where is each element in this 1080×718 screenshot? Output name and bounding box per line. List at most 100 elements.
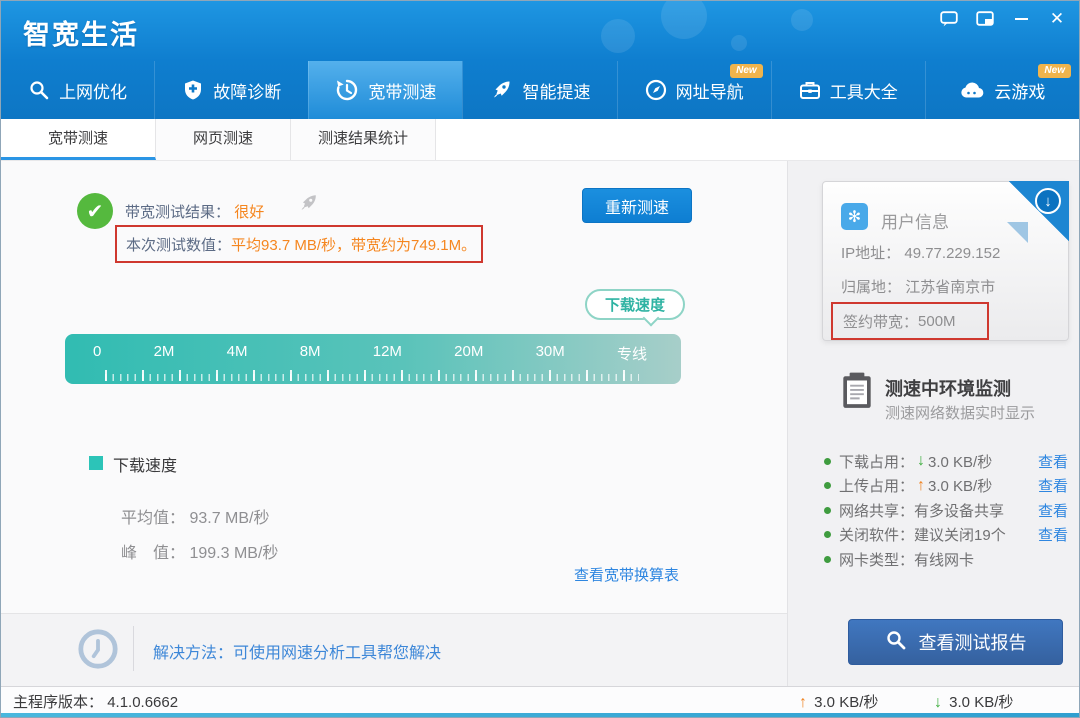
bandwidth-value: 500M: [918, 313, 956, 330]
nav-label: 智能提速: [522, 78, 590, 103]
average-speed-line: 平均值： 93.7 MB/秒: [121, 504, 270, 528]
report-magnifier-icon: [885, 629, 907, 656]
bullet-icon: [824, 458, 831, 465]
view-report-button[interactable]: 查看测试报告: [848, 619, 1063, 665]
version-line: 主程序版本： 4.1.0.6662: [13, 691, 178, 712]
bullet-icon: [824, 507, 831, 514]
monitor-row-sharing: 网络共享： 有多设备共享 查看: [824, 498, 1070, 523]
nav-label: 云游戏: [994, 78, 1045, 103]
nav-item-diagnose[interactable]: 故障诊断: [154, 61, 308, 119]
sub-tabs: 宽带测速 网页测速 测速结果统计: [1, 119, 1079, 161]
status-download-value: 3.0 KB/秒: [949, 694, 1013, 711]
bullet-icon: [824, 482, 831, 489]
monitor-label: 网络共享：: [839, 500, 914, 521]
bullet-icon: [824, 531, 831, 538]
monitor-label: 网卡类型：: [839, 549, 914, 570]
nav-item-optimize[interactable]: 上网优化: [1, 61, 154, 119]
feedback-icon[interactable]: [939, 9, 959, 29]
gauge-tick-label: 20M: [454, 343, 483, 364]
window-controls: ✕: [939, 9, 1067, 29]
monitor-subtitle: 测速网络数据实时显示: [885, 402, 1035, 423]
gauge-tick-label: 8M: [300, 343, 321, 364]
monitor-title: 测速中环境监测: [885, 375, 1011, 401]
tab-broadband-test[interactable]: 宽带测速: [1, 119, 156, 160]
nav-item-tools[interactable]: 工具大全: [771, 61, 925, 119]
bottom-accent-line: [1, 713, 1079, 718]
bandwidth-conversion-link[interactable]: 查看宽带换算表: [574, 564, 679, 585]
monitor-value: 3.0 KB/秒: [928, 475, 992, 496]
retest-button[interactable]: 重新测速: [582, 188, 692, 223]
location-value: 江苏省南京市: [905, 279, 995, 296]
solution-text: 解决方法：可使用网速分析工具帮您解决: [153, 639, 441, 663]
monitor-row-download: 下载占用： ↓ 3.0 KB/秒 查看: [824, 449, 1070, 474]
version-value: 4.1.0.6662: [107, 694, 178, 711]
average-label: 平均值：: [121, 510, 185, 527]
status-upload-value: 3.0 KB/秒: [814, 694, 878, 711]
report-button-label: 查看测试报告: [919, 629, 1027, 655]
gauge-tick-label: 12M: [373, 343, 402, 364]
close-button[interactable]: ✕: [1047, 9, 1067, 29]
monitor-row-upload: 上传占用： ↑ 3.0 KB/秒 查看: [824, 474, 1070, 499]
test-value-text: 平均93.7 MB/秒，带宽约为749.1M。: [231, 234, 476, 255]
up-arrow-icon: ↑: [799, 694, 807, 711]
view-link[interactable]: 查看: [1038, 475, 1068, 496]
nav-label: 宽带测速: [368, 78, 436, 103]
gauge-tick-label: 2M: [154, 343, 175, 364]
gauge-tick-label: 0: [93, 343, 101, 364]
view-link[interactable]: 查看: [1038, 451, 1068, 472]
monitor-value: 有多设备共享: [914, 500, 1004, 521]
collapse-arrow-icon[interactable]: ↓: [1035, 188, 1061, 214]
gauge-major-ticks: [105, 370, 639, 381]
up-arrow-icon: ↑: [917, 477, 925, 495]
monitor-value: 建议关闭19个: [914, 524, 1006, 545]
ip-address-line: IP地址： 49.77.229.152: [841, 242, 1000, 263]
clipboard-icon: [838, 371, 876, 416]
down-arrow-icon: ↓: [934, 694, 942, 711]
skin-icon[interactable]: [975, 9, 995, 29]
nav-label: 上网优化: [59, 78, 127, 103]
monitor-label: 关闭软件：: [839, 524, 914, 545]
bandwidth-label: 签约带宽：: [843, 311, 918, 332]
gauge-tick-label: 30M: [536, 343, 565, 364]
status-bar: 主程序版本： 4.1.0.6662 ↑ 3.0 KB/秒 ↓ 3.0 KB/秒: [1, 686, 1079, 713]
user-info-icon: ✻: [841, 203, 868, 230]
test-value-label: 本次测试数值：: [126, 234, 231, 255]
shield-cross-icon: [182, 79, 204, 101]
minimize-button[interactable]: [1011, 9, 1031, 29]
speed-clock-icon: [335, 78, 359, 102]
gauge-scale-labels: 0 2M 4M 8M 12M 20M 30M 专线: [93, 343, 647, 364]
download-legend-label: 下载速度: [113, 452, 177, 476]
monitor-list: 下载占用： ↓ 3.0 KB/秒 查看 上传占用： ↑ 3.0 KB/秒 查看 …: [824, 449, 1070, 572]
nav-item-speedtest[interactable]: 宽带测速: [308, 61, 462, 119]
tab-result-stats[interactable]: 测速结果统计: [291, 119, 436, 160]
nav-item-cloudgame[interactable]: 云游戏 New: [925, 61, 1079, 119]
nav-item-boost[interactable]: 智能提速: [462, 61, 616, 119]
tab-webpage-test[interactable]: 网页测速: [156, 119, 291, 160]
main-nav: 上网优化 故障诊断 宽带测速 智能提速 网址导航 New 工具大全 云游戏 Ne…: [1, 61, 1079, 119]
magnifier-icon: [28, 79, 50, 101]
test-result-label: 带宽测试结果：: [125, 204, 230, 221]
nav-item-sites[interactable]: 网址导航 New: [617, 61, 771, 119]
ip-label: IP地址：: [841, 245, 900, 262]
monitor-label: 下载占用：: [839, 451, 914, 472]
sidebar: ↓ ✻ 用户信息 IP地址： 49.77.229.152 归属地： 江苏省南京市…: [787, 161, 1080, 686]
divider: [133, 626, 134, 671]
decor-bubble: [601, 19, 635, 53]
compass-icon: [645, 79, 667, 101]
monitor-row-software: 关闭软件： 建议关闭19个 查看: [824, 523, 1070, 548]
download-speed-bubble: 下载速度: [585, 289, 685, 320]
app-window: 智宽生活 ✕ 上网优化 故障诊断 宽带测速 智能提速: [0, 0, 1080, 718]
app-title: 智宽生活: [23, 13, 139, 52]
view-link[interactable]: 查看: [1038, 500, 1068, 521]
speed-gauge: 0 2M 4M 8M 12M 20M 30M 专线: [65, 334, 681, 384]
cloud-game-icon: [959, 79, 985, 101]
clock-icon: [77, 628, 119, 675]
peak-speed-line: 峰 值： 199.3 MB/秒: [121, 539, 278, 563]
gauge-tick-label: 专线: [617, 343, 647, 364]
monitor-value: 有线网卡: [914, 549, 974, 570]
view-link[interactable]: 查看: [1038, 524, 1068, 545]
status-upload: ↑ 3.0 KB/秒: [796, 691, 878, 712]
version-label: 主程序版本：: [13, 694, 103, 711]
new-badge: New: [1038, 64, 1071, 78]
bullet-icon: [824, 556, 831, 563]
